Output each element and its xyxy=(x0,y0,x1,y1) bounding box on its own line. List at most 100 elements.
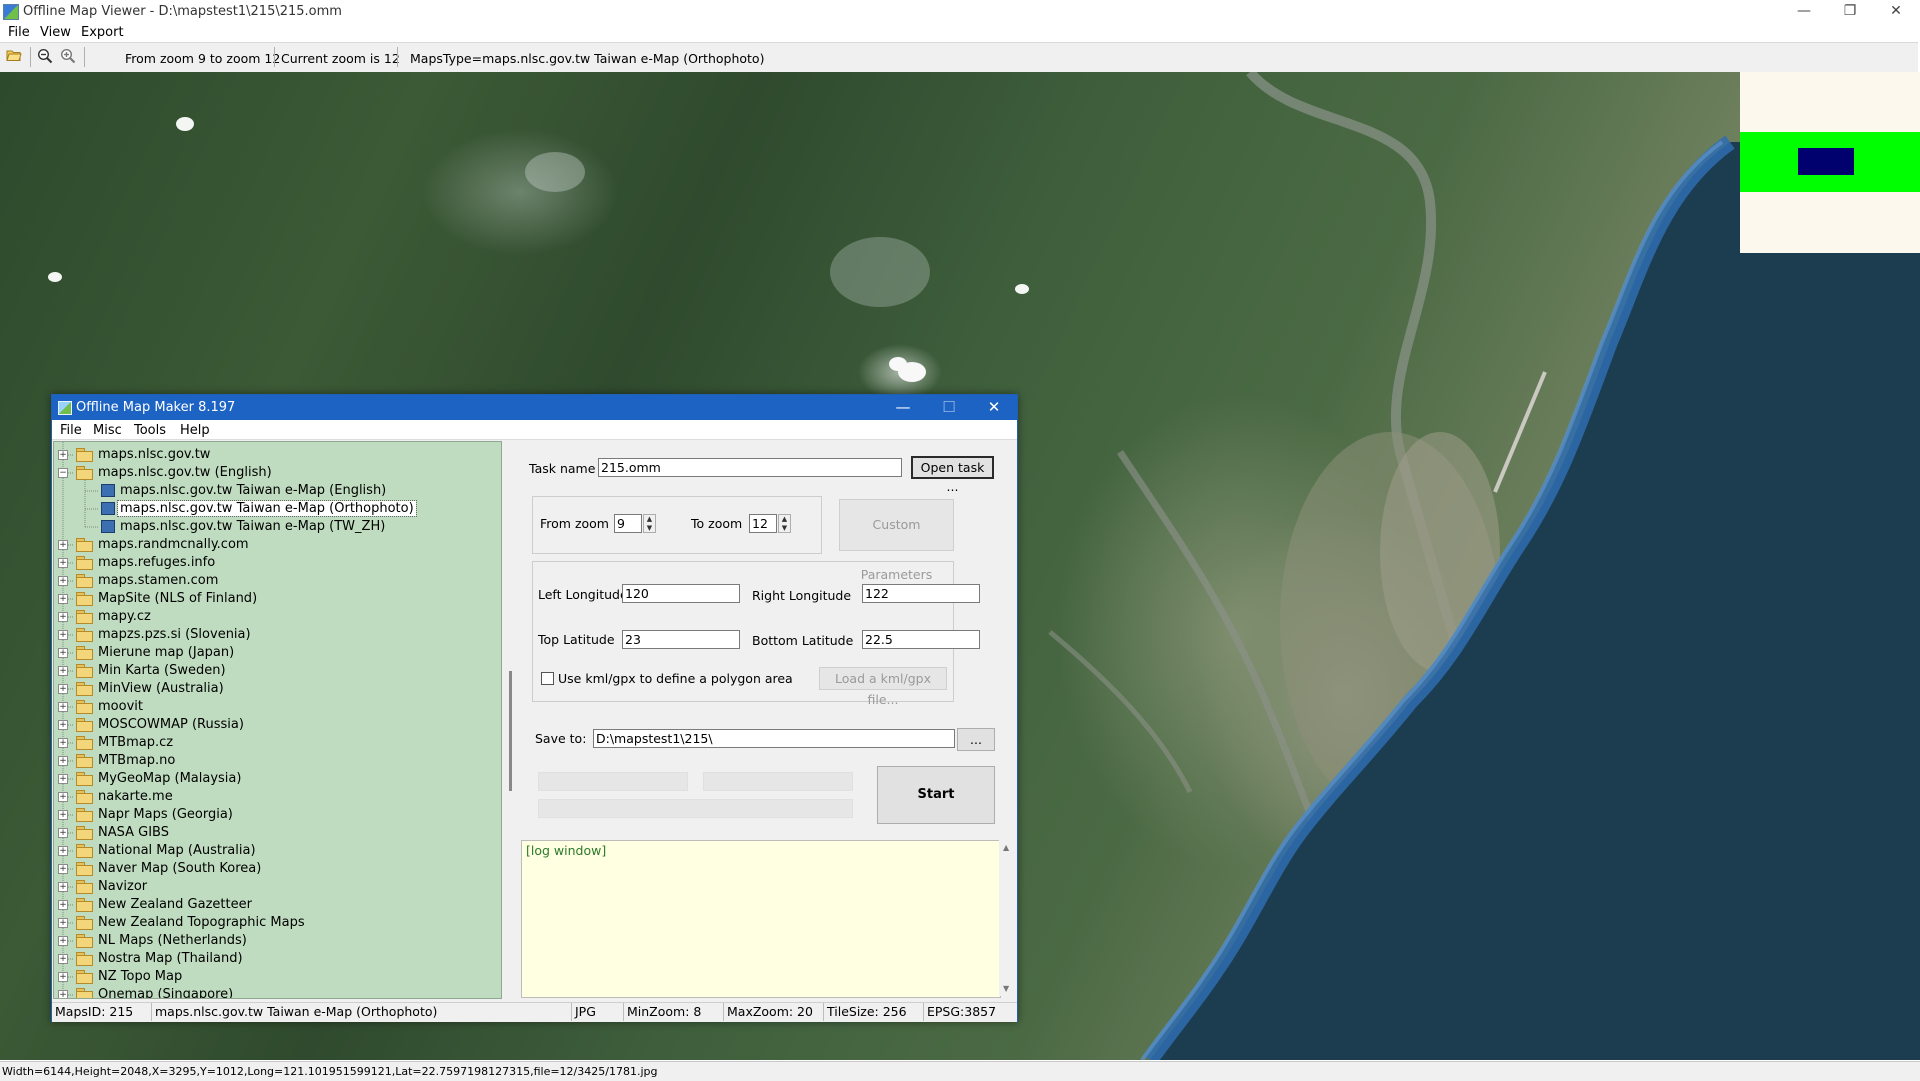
expand-icon[interactable]: + xyxy=(58,774,68,784)
tree-folder-item[interactable]: + NZ Topo Map xyxy=(54,968,494,986)
custom-parameters-button[interactable]: Custom Parameters xyxy=(839,499,954,582)
zoom-out-button[interactable] xyxy=(35,48,55,66)
tree-folder-item[interactable]: + moovit xyxy=(54,698,494,716)
tree-folder-item[interactable]: + maps.stamen.com xyxy=(54,572,494,590)
overview-viewport-rect[interactable] xyxy=(1798,148,1854,175)
tree-map-item[interactable]: maps.nlsc.gov.tw Taiwan e-Map (English) xyxy=(54,482,494,500)
tree-map-item[interactable]: maps.nlsc.gov.tw Taiwan e-Map (TW_ZH) xyxy=(54,518,494,536)
tree-folder-item[interactable]: + maps.nlsc.gov.tw xyxy=(54,446,494,464)
tree-folder-item[interactable]: + Mierune map (Japan) xyxy=(54,644,494,662)
menu-file[interactable]: File xyxy=(8,25,30,40)
tree-folder-item[interactable]: + Napr Maps (Georgia) xyxy=(54,806,494,824)
dialog-menu-misc[interactable]: Misc xyxy=(93,423,122,438)
tree-folder-item[interactable]: + MyGeoMap (Malaysia) xyxy=(54,770,494,788)
log-scrollbar[interactable]: ▲ ▼ xyxy=(999,840,1016,996)
expand-icon[interactable]: + xyxy=(58,792,68,802)
expand-icon[interactable]: + xyxy=(58,828,68,838)
left-longitude-input[interactable] xyxy=(622,584,740,603)
from-zoom-spinner[interactable]: ▲ ▼ xyxy=(643,514,656,533)
expand-icon[interactable]: + xyxy=(58,666,68,676)
expand-icon[interactable]: + xyxy=(58,900,68,910)
restore-button[interactable]: ❐ xyxy=(1827,0,1873,24)
start-button[interactable]: Start xyxy=(877,766,995,824)
tree-folder-item[interactable]: + maps.randmcnally.com xyxy=(54,536,494,554)
tree-map-item[interactable]: maps.nlsc.gov.tw Taiwan e-Map (Orthophot… xyxy=(54,500,494,518)
tree-scrollbar-thumb[interactable] xyxy=(509,671,512,791)
from-zoom-input[interactable] xyxy=(614,514,642,533)
tree-folder-item[interactable]: + mapzs.pzs.si (Slovenia) xyxy=(54,626,494,644)
to-zoom-up-icon[interactable]: ▲ xyxy=(779,515,790,523)
expand-icon[interactable]: + xyxy=(58,972,68,982)
tree-folder-item[interactable]: + NL Maps (Netherlands) xyxy=(54,932,494,950)
dialog-menu-file[interactable]: File xyxy=(60,423,82,438)
expand-icon[interactable]: + xyxy=(58,954,68,964)
dialog-close-button[interactable]: ✕ xyxy=(971,395,1017,420)
dialog-menu-tools[interactable]: Tools xyxy=(134,423,166,438)
save-to-input[interactable] xyxy=(593,729,955,748)
log-scroll-down-icon[interactable]: ▼ xyxy=(1003,984,1009,993)
tree-folder-item[interactable]: + MTBmap.cz xyxy=(54,734,494,752)
to-zoom-input[interactable] xyxy=(749,514,777,533)
menu-view[interactable]: View xyxy=(40,25,71,40)
map-source-tree[interactable]: + maps.nlsc.gov.tw − maps.nlsc.gov.tw (Engl… xyxy=(53,441,502,999)
open-task-button[interactable]: Open task ... xyxy=(911,456,994,494)
expand-icon[interactable]: + xyxy=(58,576,68,586)
tree-folder-item[interactable]: + National Map (Australia) xyxy=(54,842,494,860)
expand-icon[interactable]: + xyxy=(58,540,68,550)
load-kml-button[interactable]: Load a kml/gpx file... xyxy=(819,667,947,707)
tree-folder-item[interactable]: + New Zealand Topographic Maps xyxy=(54,914,494,932)
task-name-input[interactable] xyxy=(598,458,902,477)
tree-folder-item[interactable]: + Onemap (Singapore) xyxy=(54,986,494,998)
expand-icon[interactable]: + xyxy=(58,630,68,640)
expand-icon[interactable]: + xyxy=(58,684,68,694)
zoom-in-button[interactable] xyxy=(58,48,78,66)
tree-folder-item[interactable]: + Navizor xyxy=(54,878,494,896)
expand-icon[interactable]: + xyxy=(58,612,68,622)
close-button[interactable]: ✕ xyxy=(1873,0,1919,24)
tree-folder-item[interactable]: + Min Karta (Sweden) xyxy=(54,662,494,680)
tree-folder-item[interactable]: − maps.nlsc.gov.tw (English) xyxy=(54,464,494,482)
tree-folder-item[interactable]: + Naver Map (South Korea) xyxy=(54,860,494,878)
expand-icon[interactable]: + xyxy=(58,918,68,928)
tree-folder-item[interactable]: + NASA GIBS xyxy=(54,824,494,842)
tree-folder-item[interactable]: + maps.refuges.info xyxy=(54,554,494,572)
expand-icon[interactable]: + xyxy=(58,720,68,730)
to-zoom-down-icon[interactable]: ▼ xyxy=(779,524,790,532)
log-scroll-up-icon[interactable]: ▲ xyxy=(1003,843,1009,852)
tree-folder-item[interactable]: + nakarte.me xyxy=(54,788,494,806)
from-zoom-up-icon[interactable]: ▲ xyxy=(644,515,655,523)
tree-folder-item[interactable]: + MinView (Australia) xyxy=(54,680,494,698)
expand-icon[interactable]: + xyxy=(58,558,68,568)
expand-icon[interactable]: + xyxy=(58,648,68,658)
expand-icon[interactable]: + xyxy=(58,846,68,856)
expand-icon[interactable]: + xyxy=(58,594,68,604)
log-window[interactable]: [log window] xyxy=(521,840,1001,998)
browse-folder-button[interactable]: ... xyxy=(957,728,995,751)
dialog-menu-help[interactable]: Help xyxy=(180,423,210,438)
from-zoom-down-icon[interactable]: ▼ xyxy=(644,524,655,532)
tree-folder-item[interactable]: + Nostra Map (Thailand) xyxy=(54,950,494,968)
expand-icon[interactable]: + xyxy=(58,450,68,460)
collapse-icon[interactable]: − xyxy=(58,468,68,478)
expand-icon[interactable]: + xyxy=(58,810,68,820)
tree-scrollbar[interactable] xyxy=(503,441,520,997)
right-longitude-input[interactable] xyxy=(862,584,980,603)
tree-folder-item[interactable]: + MOSCOWMAP (Russia) xyxy=(54,716,494,734)
dialog-minimize-button[interactable]: — xyxy=(880,395,926,420)
tree-folder-item[interactable]: + MTBmap.no xyxy=(54,752,494,770)
tree-folder-item[interactable]: + mapy.cz xyxy=(54,608,494,626)
expand-icon[interactable]: + xyxy=(58,738,68,748)
top-latitude-input[interactable] xyxy=(622,630,740,649)
expand-icon[interactable]: + xyxy=(58,864,68,874)
to-zoom-spinner[interactable]: ▲ ▼ xyxy=(778,514,791,533)
expand-icon[interactable]: + xyxy=(58,756,68,766)
expand-icon[interactable]: + xyxy=(58,882,68,892)
minimize-button[interactable]: — xyxy=(1781,0,1827,24)
tree-folder-item[interactable]: + New Zealand Gazetteer xyxy=(54,896,494,914)
tree-folder-item[interactable]: + MapSite (NLS of Finland) xyxy=(54,590,494,608)
expand-icon[interactable]: + xyxy=(58,702,68,712)
expand-icon[interactable]: + xyxy=(58,936,68,946)
expand-icon[interactable]: + xyxy=(58,990,68,998)
use-kml-checkbox[interactable] xyxy=(541,672,554,685)
bottom-latitude-input[interactable] xyxy=(862,630,980,649)
